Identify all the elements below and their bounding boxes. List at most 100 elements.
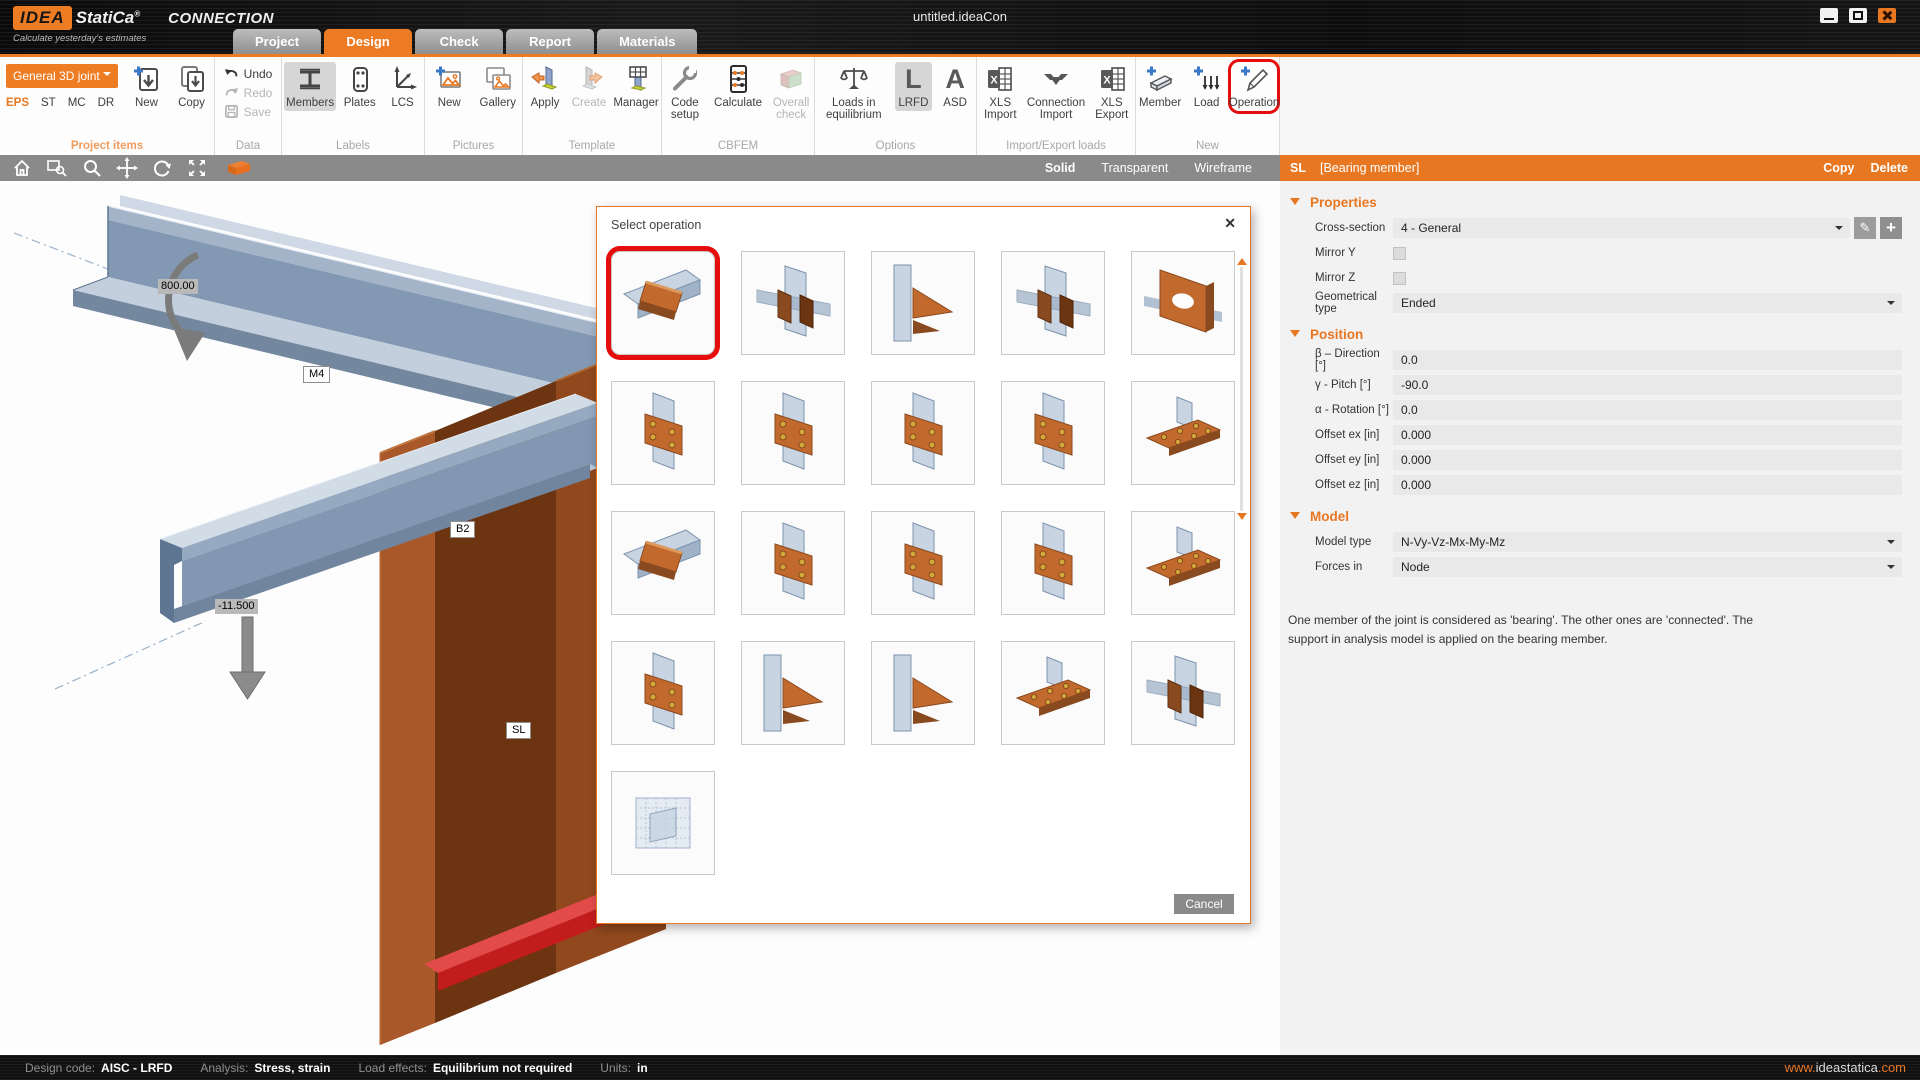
project-item-eps[interactable]: EPS — [6, 97, 29, 109]
tab-materials[interactable]: Materials — [597, 29, 697, 54]
fit-view-button[interactable] — [184, 157, 210, 179]
ribbon-group-cbfem: Code setup Calculate Overall check CBFEM — [662, 57, 815, 155]
members-labels-button[interactable]: Members — [284, 62, 336, 111]
section-position[interactable]: Position — [1290, 327, 1920, 342]
cross-section-select[interactable]: 4 - General — [1393, 218, 1850, 238]
operation-thumbnail-stub-plates[interactable] — [1131, 641, 1235, 745]
xls-export-button[interactable]: X XLS Export — [1090, 62, 1133, 123]
scroll-down-icon[interactable] — [1237, 513, 1247, 525]
apply-template-button[interactable]: Apply — [525, 62, 565, 111]
tab-check[interactable]: Check — [415, 29, 503, 54]
rotate-button[interactable] — [149, 157, 175, 179]
operation-thumbnail-splice-plate-bolted[interactable] — [611, 381, 715, 485]
connection-import-button[interactable]: Connection Import — [1026, 62, 1087, 123]
edit-cross-section-button[interactable]: ✎ — [1854, 217, 1876, 239]
create-template-button[interactable]: Create — [569, 62, 609, 111]
mirror-z-checkbox[interactable] — [1393, 272, 1406, 285]
project-item-mc[interactable]: MC — [68, 97, 86, 109]
offset-ey-input[interactable]: 0.000 — [1393, 450, 1902, 470]
operation-thumbnail-rib-plates[interactable] — [1001, 251, 1105, 355]
zoom-window-button[interactable] — [44, 157, 70, 179]
model-type-select[interactable]: N-Vy-Vz-Mx-My-Mz — [1393, 532, 1902, 552]
zoom-button[interactable] — [79, 157, 105, 179]
section-properties[interactable]: Properties — [1290, 195, 1920, 210]
view-mode-solid[interactable]: Solid — [1045, 161, 1076, 175]
loads-in-equilibrium-button[interactable]: Loads in equilibrium — [817, 62, 891, 123]
member-label-b2[interactable]: B2 — [450, 521, 475, 538]
gamma-pitch-input[interactable]: -90.0 — [1393, 375, 1902, 395]
xls-import-button[interactable]: X XLS Import — [979, 62, 1022, 123]
operation-thumbnail-base-plate-anchors[interactable] — [1131, 511, 1235, 615]
new-member-button[interactable]: Member — [1138, 62, 1182, 111]
new-picture-button[interactable]: New — [427, 62, 472, 111]
operation-thumbnail-stub-bolted[interactable] — [871, 511, 975, 615]
cancel-button[interactable]: Cancel — [1174, 894, 1234, 914]
save-button[interactable]: Save — [224, 104, 273, 119]
properties-panel: Properties Cross-section 4 - General ✎ +… — [1280, 181, 1920, 1055]
dialog-scrollbar[interactable] — [1236, 253, 1247, 525]
pan-button[interactable] — [114, 157, 140, 179]
operation-thumbnail-anchor-plate[interactable] — [1001, 641, 1105, 745]
operation-thumbnail-cut-of-member[interactable] — [611, 251, 715, 355]
website-link[interactable]: www.ideastatica.com — [1785, 1060, 1906, 1075]
scroll-track[interactable] — [1240, 267, 1243, 511]
operation-thumbnail-stiffener-plates[interactable] — [741, 251, 845, 355]
beta-direction-input[interactable]: 0.0 — [1393, 350, 1902, 370]
project-item-st[interactable]: ST — [41, 97, 56, 109]
overall-check-button[interactable]: Overall check — [770, 62, 812, 123]
operation-thumbnail-end-plate-bolted[interactable] — [871, 381, 975, 485]
joint-type-select[interactable]: General 3D joint — [6, 64, 118, 88]
operation-thumbnail-fin-plate-vertical[interactable] — [611, 641, 715, 745]
new-project-item-button[interactable]: New — [126, 62, 167, 111]
operation-thumbnail-column-splice-bolted[interactable] — [1001, 511, 1105, 615]
operation-thumbnail-gusset-plate[interactable] — [871, 641, 975, 745]
copy-project-item-button[interactable]: Copy — [171, 62, 212, 111]
tab-project[interactable]: Project — [233, 29, 321, 54]
minimize-button[interactable] — [1820, 8, 1838, 23]
gallery-button[interactable]: Gallery — [476, 62, 521, 111]
template-manager-button[interactable]: Manager — [613, 62, 659, 111]
lcs-labels-button[interactable]: LCS — [383, 62, 422, 111]
lrfd-toggle[interactable]: L LRFD — [895, 62, 933, 111]
operation-thumbnail-general-mesh-plate[interactable] — [611, 771, 715, 875]
plates-labels-button[interactable]: Plates — [340, 62, 379, 111]
tab-design[interactable]: Design — [324, 29, 412, 54]
add-cross-section-button[interactable]: + — [1880, 217, 1902, 239]
copy-member-button[interactable]: Copy — [1823, 161, 1854, 175]
delete-member-button[interactable]: Delete — [1870, 161, 1908, 175]
view-mode-transparent[interactable]: Transparent — [1101, 161, 1168, 175]
operation-thumbnail-top-plate-bolted[interactable] — [1131, 381, 1235, 485]
alpha-rotation-input[interactable]: 0.0 — [1393, 400, 1902, 420]
redo-button[interactable]: Redo — [224, 85, 273, 100]
mirror-y-checkbox[interactable] — [1393, 247, 1406, 260]
tab-report[interactable]: Report — [506, 29, 594, 54]
offset-ex-input[interactable]: 0.000 — [1393, 425, 1902, 445]
operation-thumbnail-cap-plate[interactable] — [741, 641, 845, 745]
new-operation-button[interactable]: Operation — [1231, 62, 1277, 111]
code-setup-button[interactable]: Code setup — [664, 62, 706, 123]
forces-in-select[interactable]: Node — [1393, 557, 1902, 577]
operation-thumbnail-connecting-plate-bolted[interactable] — [741, 381, 845, 485]
view-mode-wireframe[interactable]: Wireframe — [1194, 161, 1252, 175]
operation-thumbnail-widener-haunch[interactable] — [871, 251, 975, 355]
maximize-button[interactable] — [1849, 8, 1867, 23]
project-item-dr[interactable]: DR — [98, 97, 115, 109]
operation-thumbnail-fin-plate-bolted[interactable] — [741, 511, 845, 615]
new-load-button[interactable]: Load — [1186, 62, 1227, 111]
dialog-close-icon[interactable]: ✕ — [1224, 215, 1236, 232]
operation-thumbnail-plate-opening[interactable] — [1131, 251, 1235, 355]
calculate-button[interactable]: Calculate — [710, 62, 766, 111]
scroll-up-icon[interactable] — [1237, 253, 1247, 265]
section-model[interactable]: Model — [1290, 509, 1920, 524]
offset-ez-input[interactable]: 0.000 — [1393, 475, 1902, 495]
member-label-m4[interactable]: M4 — [303, 366, 330, 383]
operation-thumbnail-cover-plate-bolted[interactable] — [1001, 381, 1105, 485]
home-view-button[interactable] — [9, 157, 35, 179]
operation-thumbnail-diagonal-cut[interactable] — [611, 511, 715, 615]
member-label-sl[interactable]: SL — [506, 722, 531, 739]
geometrical-type-select[interactable]: Ended — [1393, 293, 1902, 313]
solid-box-button[interactable] — [226, 157, 252, 179]
asd-toggle[interactable]: A ASD — [936, 62, 974, 111]
close-button[interactable] — [1878, 8, 1896, 23]
undo-button[interactable]: Undo — [224, 66, 273, 81]
